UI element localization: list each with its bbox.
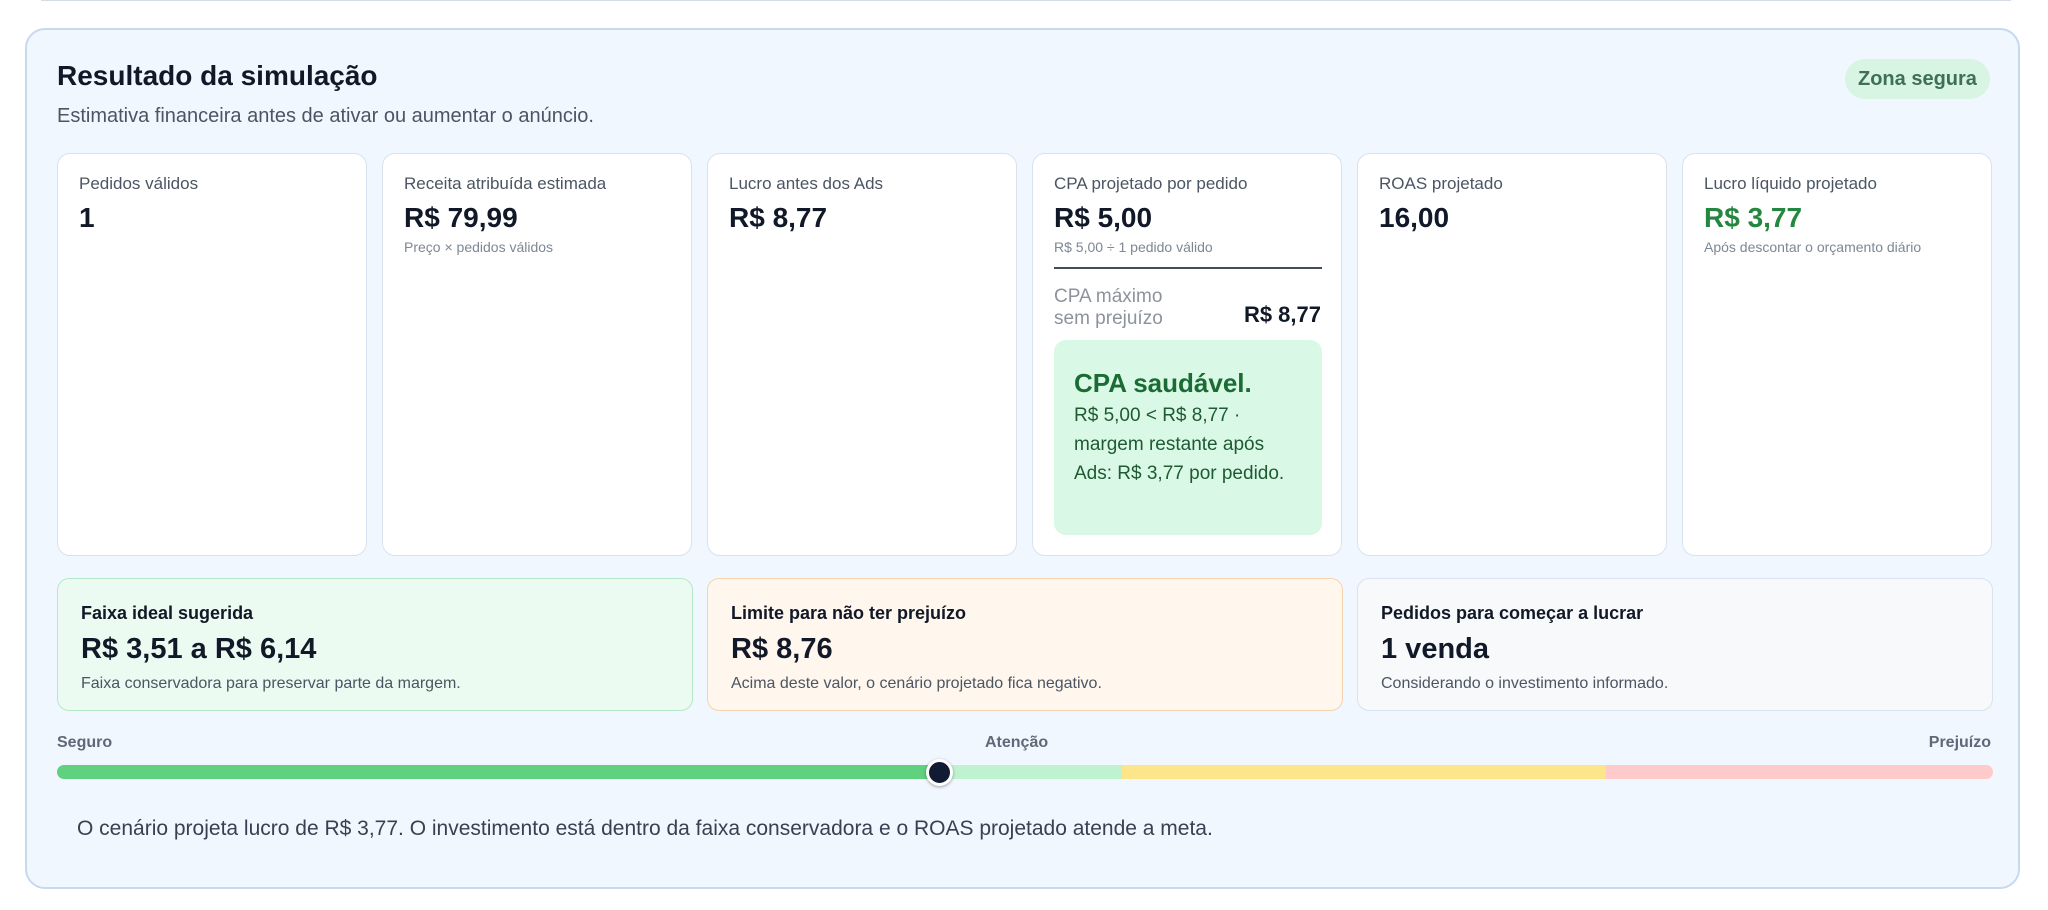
range-sub: Acima deste valor, o cenário projetado f… [731, 675, 1102, 692]
metric-sub: R$ 5,00 ÷ 1 pedido válido [1054, 239, 1213, 255]
scale-segment-loss [1605, 765, 1993, 779]
range-sub: Faixa conservadora para preservar parte … [81, 675, 461, 692]
scale-segment-safe-margin [939, 765, 1122, 779]
range-card-pedidos: Pedidos para começar a lucrar 1 venda Co… [1357, 578, 1993, 711]
summary-text: O cenário projeta lucro de R$ 3,77. O in… [77, 817, 1213, 840]
metric-label: Receita atribuída estimada [404, 174, 607, 193]
cpa-health-text: R$ 5,00 < R$ 8,77 · margem restante após… [1074, 405, 1285, 484]
status-badge: Zona segura [1845, 59, 1990, 99]
page-subtitle: Estimativa financeira antes de ativar ou… [57, 105, 594, 127]
metric-value: 1 [79, 202, 95, 233]
metric-card-lucro-liquido: Lucro líquido projetado R$ 3,77 Após des… [1682, 153, 1992, 556]
range-value: 1 venda [1381, 633, 1489, 665]
page-title: Resultado da simulação [57, 60, 378, 91]
metric-label: CPA projetado por pedido [1054, 174, 1248, 193]
metric-card-pedidos-validos: Pedidos válidos 1 [57, 153, 367, 556]
metric-value: R$ 8,77 [729, 202, 828, 233]
metric-sub: Preço × pedidos válidos [404, 239, 554, 255]
metric-card-lucro-antes-ads: Lucro antes dos Ads R$ 8,77 [707, 153, 1017, 556]
cpa-max-value: R$ 8,77 [1243, 302, 1321, 327]
metric-label: Lucro líquido projetado [1704, 174, 1877, 193]
metric-card-cpa: CPA projetado por pedido R$ 5,00 R$ 5,00… [1032, 153, 1342, 556]
cpa-max-label: CPA máximo sem prejuízo [1054, 286, 1163, 329]
scale-segment-attention [1121, 765, 1606, 779]
scale-label-attention: Atenção [985, 734, 1049, 751]
range-label: Pedidos para começar a lucrar [1381, 603, 1644, 623]
range-card-limite: Limite para não ter prejuízo R$ 8,76 Aci… [707, 578, 1343, 711]
top-divider [41, 0, 2011, 1]
cpa-health-title: CPA saudável. [1074, 368, 1252, 398]
range-card-ideal: Faixa ideal sugerida R$ 3,51 a R$ 6,14 F… [57, 578, 693, 711]
range-label: Faixa ideal sugerida [81, 603, 254, 623]
risk-position-indicator [926, 759, 954, 786]
scale-label-safe: Seguro [57, 734, 113, 751]
metric-value: R$ 5,00 [1054, 202, 1153, 233]
metric-label: Pedidos válidos [79, 174, 199, 193]
metric-card-roas: ROAS projetado 16,00 [1357, 153, 1667, 556]
metric-value: R$ 3,77 [1704, 202, 1803, 233]
metric-card-receita: Receita atribuída estimada R$ 79,99 Preç… [382, 153, 692, 556]
risk-scale-bar [57, 765, 1993, 779]
metric-label: Lucro antes dos Ads [729, 174, 884, 193]
range-value: R$ 3,51 a R$ 6,14 [81, 633, 317, 665]
scale-segment-safe [57, 765, 940, 779]
metric-sub: Após descontar o orçamento diário [1704, 239, 1922, 255]
cpa-divider [1054, 267, 1322, 269]
metric-value: R$ 79,99 [404, 202, 518, 233]
metric-label: ROAS projetado [1379, 174, 1503, 193]
simulation-result-panel: Resultado da simulação Estimativa financ… [25, 28, 2020, 889]
scale-label-loss: Prejuízo [1928, 734, 1991, 751]
range-sub: Considerando o investimento informado. [1381, 675, 1669, 692]
range-label: Limite para não ter prejuízo [731, 603, 967, 623]
range-value: R$ 8,76 [731, 633, 833, 665]
cpa-health-box: CPA saudável. R$ 5,00 < R$ 8,77 · margem… [1054, 340, 1322, 535]
metric-value: 16,00 [1379, 202, 1450, 233]
